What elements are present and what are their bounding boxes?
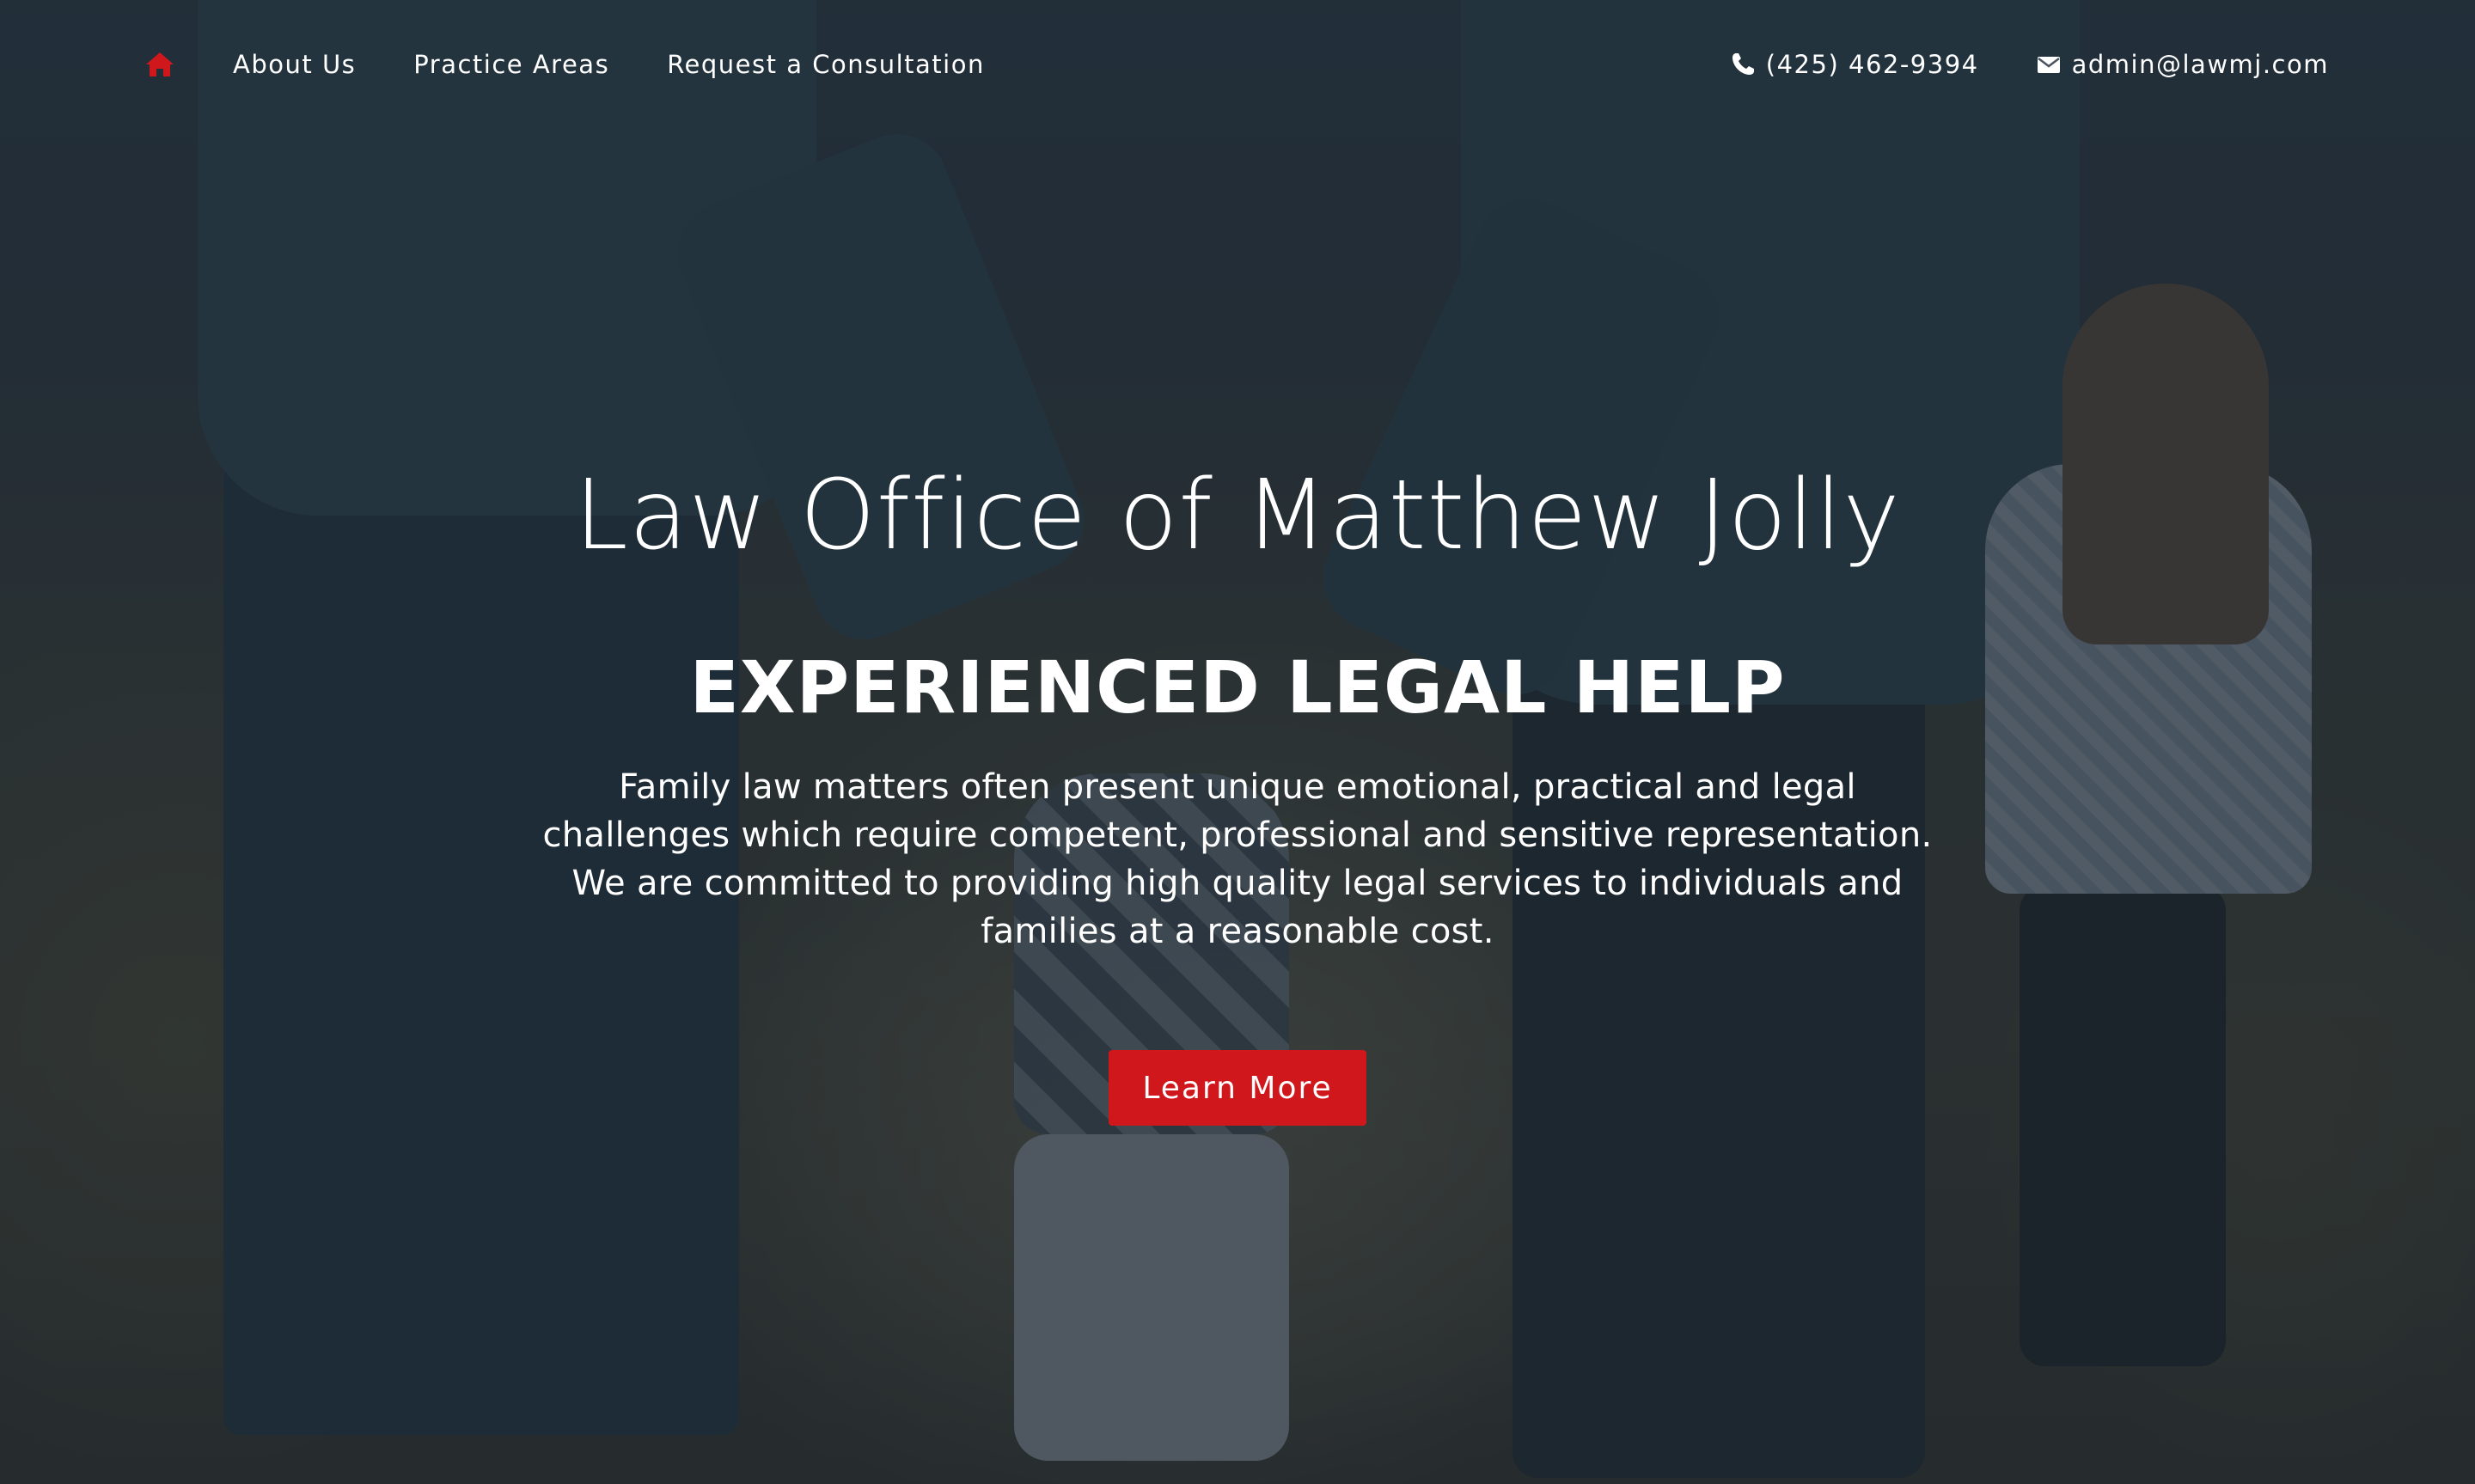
hero-section: About Us Practice Areas Request a Consul… [0,0,2475,1484]
phone-icon [1732,53,1754,75]
home-icon [146,52,174,76]
learn-more-button[interactable]: Learn More [1109,1050,1366,1126]
phone-link[interactable]: (425) 462-9394 [1730,50,1979,79]
hero-description: Family law matters often present unique … [542,767,1933,951]
tagline: EXPERIENCED LEGAL HELP [689,645,1786,730]
nav-link-request-consultation[interactable]: Request a Consultation [667,50,985,79]
site-title: Law Office of Matthew Jolly [574,460,1901,571]
home-link[interactable] [144,49,175,80]
contact-info: (425) 462-9394 admin@lawmj.com [1730,50,2329,79]
envelope-icon [2037,57,2060,73]
phone-number: (425) 462-9394 [1765,50,1979,79]
email-link[interactable]: admin@lawmj.com [2036,50,2329,79]
nav-link-practice-areas[interactable]: Practice Areas [413,50,609,79]
nav-links: About Us Practice Areas Request a Consul… [144,49,1042,80]
nav-link-about-us[interactable]: About Us [233,50,356,79]
top-navigation: About Us Practice Areas Request a Consul… [0,0,2475,249]
email-address: admin@lawmj.com [2071,50,2329,79]
